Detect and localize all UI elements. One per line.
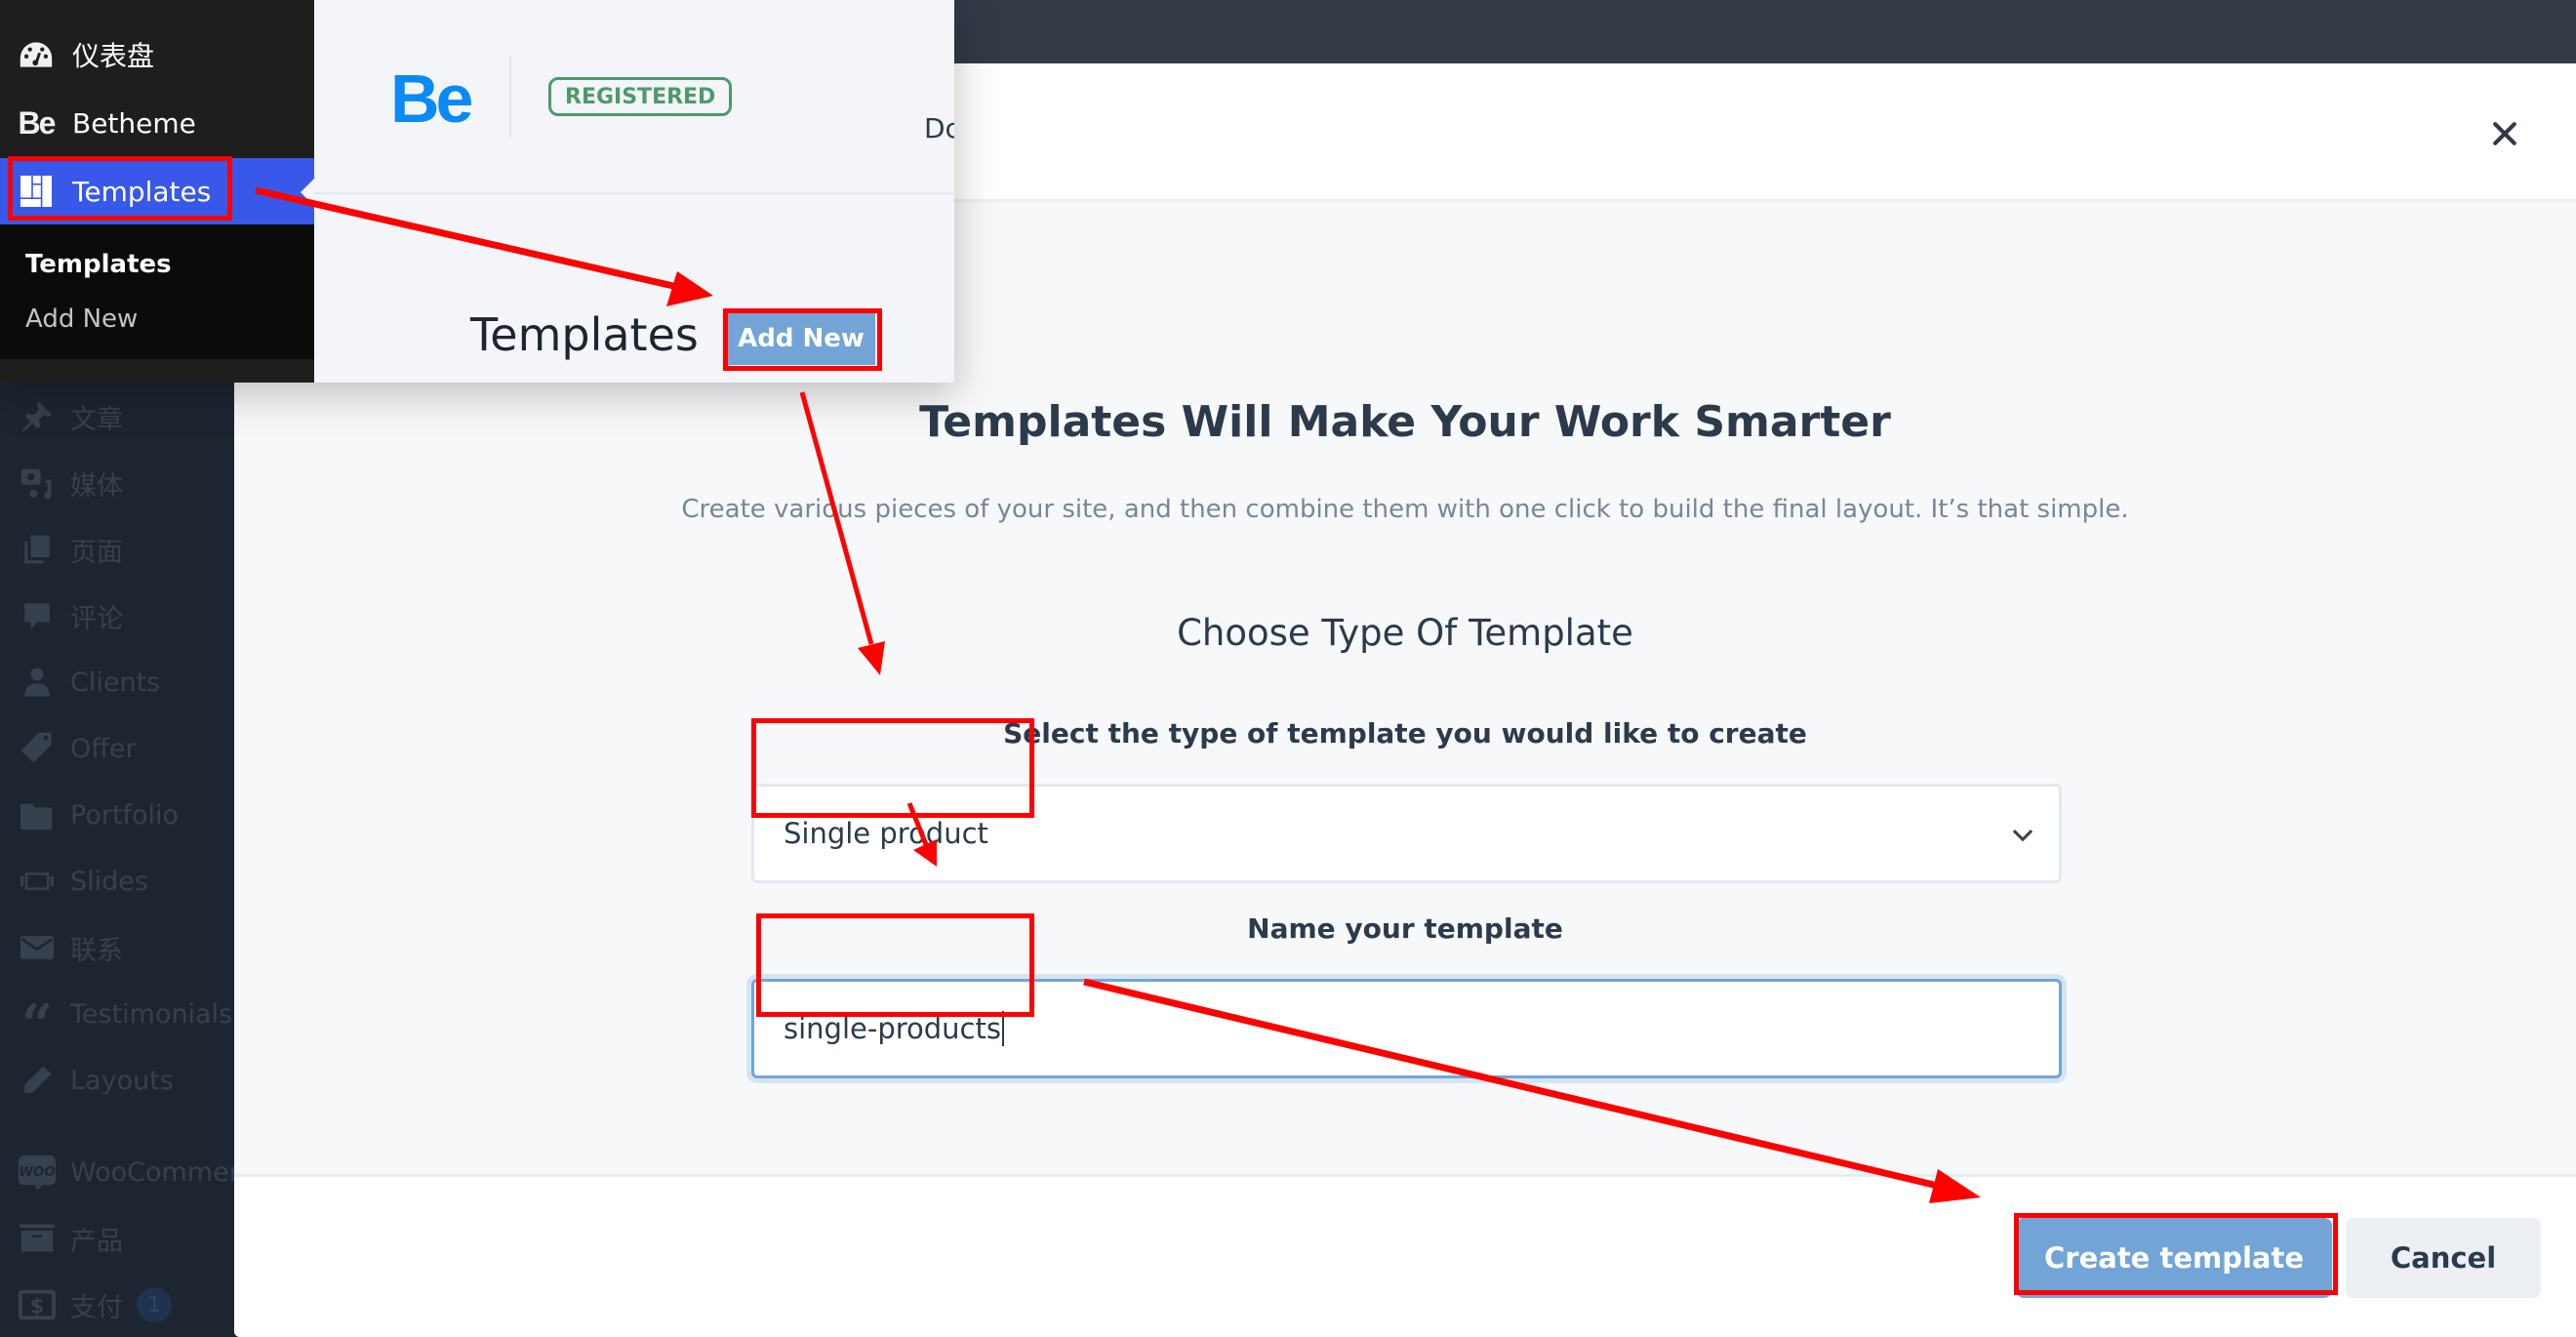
chevron-down-icon [2012,829,2033,842]
templates-icon [16,176,57,207]
menu-item-label: Templates [72,175,212,208]
template-name-input[interactable]: single-products [751,979,2062,1078]
notification-badge: 1 [137,1287,172,1322]
cancel-button[interactable]: Cancel [2346,1218,2541,1298]
pin-icon [18,399,57,434]
create-template-button[interactable]: Create template [2016,1218,2332,1298]
pages-icon [18,532,57,567]
sidebar-item-media[interactable]: 媒体 [0,459,234,507]
comments-icon [18,598,57,633]
submenu-templates[interactable]: Templates [25,250,172,279]
sidebar-item-contact[interactable]: 联系 [0,923,234,972]
menu-item-label: Betheme [72,106,196,140]
sidebar-item-comments[interactable]: 评论 [0,591,234,640]
active-pointer [301,179,314,206]
tag-icon [18,731,57,766]
sidebar-item-label: WooCommerce [70,1156,234,1188]
registered-badge: REGISTERED [548,77,733,116]
sidebar-item-label: Testimonials [70,998,233,1030]
sidebar-item-label: 评论 [70,603,123,634]
betheme-header-callout: Be REGISTERED Dc Templates Add New [314,0,954,383]
sidebar-item-layouts[interactable]: Layouts [0,1056,234,1105]
sidebar-item-label: Slides [70,866,148,897]
menu-item-betheme[interactable]: Be Betheme [0,90,314,156]
modal-subtitle: Create various pieces of your site, and … [681,495,2129,524]
sidebar-item-label: 页面 [70,537,123,568]
pencil-icon [18,1063,57,1098]
sidebar-item-label: 支付 [70,1292,123,1323]
sidebar-item-woocommerce[interactable]: WOO WooCommerce [0,1148,234,1196]
quote-icon: “ [20,993,54,1038]
sidebar-item-pages[interactable]: 页面 [0,525,234,574]
sidebar-item-slides[interactable]: Slides [0,857,234,906]
menu-item-templates[interactable]: Templates [0,158,314,224]
sidebar-item-payments[interactable]: $ 支付 1 [0,1280,234,1329]
screen: 文章 媒体 页面 评论 Clients Offer Portfolio Slid… [0,0,2576,1337]
choose-type-heading: Choose Type Of Template [1177,612,1633,654]
sidebar-item-label: Layouts [70,1065,174,1096]
menu-item-label: 仪表盘 [72,40,155,72]
admin-menu-callout: 仪表盘 Be Betheme Templates Templates Add N… [0,0,314,383]
templates-submenu: Templates Add New [0,224,314,359]
woo-icon: WOO [18,1155,57,1191]
svg-text:WOO: WOO [19,1165,55,1180]
person-icon [18,665,57,700]
add-new-button[interactable]: Add New [727,312,875,365]
sidebar-item-products[interactable]: 产品 [0,1214,234,1263]
sidebar-item-portfolio[interactable]: Portfolio [0,790,234,839]
slides-icon [18,864,57,899]
media-icon [18,466,57,501]
text-cursor [1001,1011,1004,1046]
betheme-icon: Be [18,104,57,141]
page-title: Templates [470,308,699,361]
modal-title: Templates Will Make Your Work Smarter [919,397,1891,447]
sidebar-item-label: Portfolio [70,799,180,831]
dashboard-icon [16,39,57,70]
sidebar-item-posts[interactable]: 文章 [0,392,234,441]
menu-zoom-callout: 仪表盘 Be Betheme Templates Templates Add N… [0,0,954,383]
sidebar-item-label: 文章 [70,404,123,435]
mail-icon [18,930,57,965]
close-button[interactable] [2483,112,2526,155]
sidebar-item-label: 媒体 [70,470,123,502]
menu-item-dashboard[interactable]: 仪表盘 [0,21,314,88]
close-icon [2493,122,2516,145]
truncated-nav-text: Dc [924,112,954,144]
sidebar-item-label: 联系 [70,935,123,966]
modal-footer: Create template Cancel [234,1174,2576,1337]
archive-icon [18,1221,57,1256]
template-type-value: Single product [784,817,988,850]
template-type-select[interactable]: Single product [751,784,2062,883]
svg-text:$: $ [30,1295,45,1318]
sidebar-item-testimonials[interactable]: “ Testimonials [0,990,234,1038]
template-name-label: Name your template [1247,912,1563,945]
template-type-label: Select the type of template you would li… [1003,717,1807,750]
sidebar-item-label: Offer [70,733,137,764]
betheme-logo: Be [390,61,474,137]
folder-icon [18,797,57,832]
divider [314,192,954,194]
template-name-value: single-products [784,1012,1001,1045]
divider [509,56,511,138]
submenu-add-new[interactable]: Add New [25,304,138,334]
sidebar-item-clients[interactable]: Clients [0,658,234,707]
sidebar-item-offer[interactable]: Offer [0,724,234,773]
sidebar-item-label: 产品 [70,1226,123,1257]
sidebar-item-label: Clients [70,667,161,698]
dollar-icon: $ [18,1287,57,1322]
